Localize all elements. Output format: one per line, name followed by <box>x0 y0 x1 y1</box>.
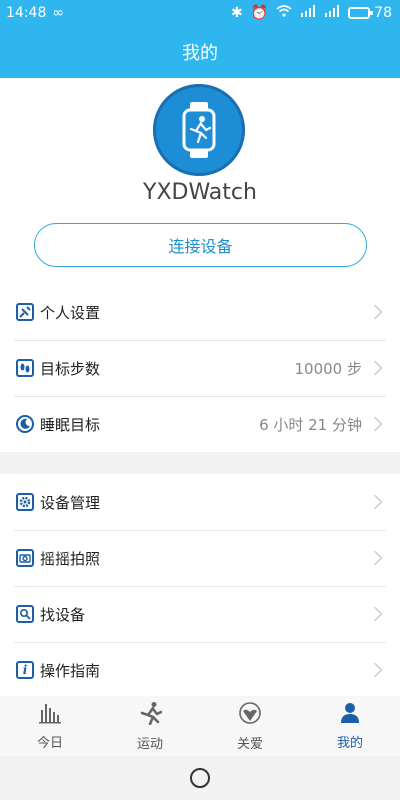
tab-mine[interactable]: 我的 <box>300 696 400 756</box>
home-button-icon[interactable] <box>190 768 210 788</box>
personal-settings-label: 个人设置 <box>40 303 101 322</box>
chevron-right-icon <box>367 606 383 622</box>
runner-icon <box>138 701 163 729</box>
step-goal-row[interactable]: 目标步数 10000 步 <box>0 340 400 396</box>
tab-care[interactable]: 关爱 <box>200 696 300 756</box>
step-goal-label: 目标步数 <box>40 359 101 378</box>
operation-guide-label: 操作指南 <box>40 661 101 680</box>
device-name: YXDWatch <box>143 180 257 205</box>
shake-photo-label: 摇摇拍照 <box>40 549 101 568</box>
footprints-icon <box>16 359 34 377</box>
camera-icon <box>16 549 34 567</box>
sleep-goal-row[interactable]: 睡眠目标 6 小时 21 分钟 <box>0 396 400 452</box>
tab-care-label: 关爱 <box>236 736 263 752</box>
alarm-icon: ⏰ <box>250 5 269 21</box>
chevron-right-icon <box>367 662 383 678</box>
tab-mine-label: 我的 <box>336 735 363 751</box>
chevron-right-icon <box>367 304 383 320</box>
profile-section: YXDWatch 连接设备 <box>0 78 400 284</box>
battery-indicator: 78 <box>348 5 392 21</box>
find-device-row[interactable]: 找设备 <box>0 586 400 642</box>
search-icon <box>16 605 34 623</box>
tab-today-label: 今日 <box>36 735 63 751</box>
settings-group-goals: 个人设置 目标步数 10000 步 睡眠目标 6 小时 21 分钟 <box>0 284 400 452</box>
header-bar: 我的 <box>0 26 400 78</box>
device-management-row[interactable]: 设备管理 <box>0 474 400 530</box>
tab-sport-label: 运动 <box>136 736 163 752</box>
chevron-right-icon <box>367 494 383 510</box>
chevron-right-icon <box>367 550 383 566</box>
bluetooth-icon: ✱ <box>231 5 243 21</box>
shake-photo-row[interactable]: 摇摇拍照 <box>0 530 400 586</box>
moon-icon <box>16 415 34 433</box>
signal-hd-icon <box>324 5 340 21</box>
wifi-icon <box>276 5 292 21</box>
sleep-goal-label: 睡眠目标 <box>40 415 101 434</box>
gear-icon <box>16 493 34 511</box>
step-goal-value: 10000 步 <box>294 359 363 378</box>
smartwatch-runner-icon <box>153 84 245 176</box>
user-edit-icon <box>16 303 34 321</box>
chevron-right-icon <box>367 360 383 376</box>
battery-icon <box>348 7 374 19</box>
chevron-right-icon <box>367 416 383 432</box>
person-icon <box>338 702 362 728</box>
sleep-goal-value: 6 小时 21 分钟 <box>259 415 362 434</box>
infinity-icon: ∞ <box>52 5 65 21</box>
bar-chart-icon <box>38 702 62 728</box>
signal-icon <box>300 5 316 21</box>
care-icon <box>238 701 262 729</box>
bottom-tab-bar: 今日 运动 关爱 我的 <box>0 696 400 756</box>
battery-percent: 78 <box>374 5 392 21</box>
status-time: 14:48 <box>6 5 47 21</box>
find-device-label: 找设备 <box>40 605 86 624</box>
page-title: 我的 <box>182 43 218 64</box>
system-nav-bar <box>0 756 400 800</box>
tab-today[interactable]: 今日 <box>0 696 100 756</box>
personal-settings-row[interactable]: 个人设置 <box>0 284 400 340</box>
operation-guide-row[interactable]: i 操作指南 <box>0 642 400 698</box>
device-management-label: 设备管理 <box>40 493 101 512</box>
tab-sport[interactable]: 运动 <box>100 696 200 756</box>
status-bar: 14:48 ∞ ✱ ⏰ 78 <box>0 0 400 26</box>
info-icon: i <box>16 661 34 679</box>
settings-group-device: 设备管理 摇摇拍照 找设备 i 操作指南 <box>0 474 400 698</box>
connect-device-button[interactable]: 连接设备 <box>34 223 367 267</box>
